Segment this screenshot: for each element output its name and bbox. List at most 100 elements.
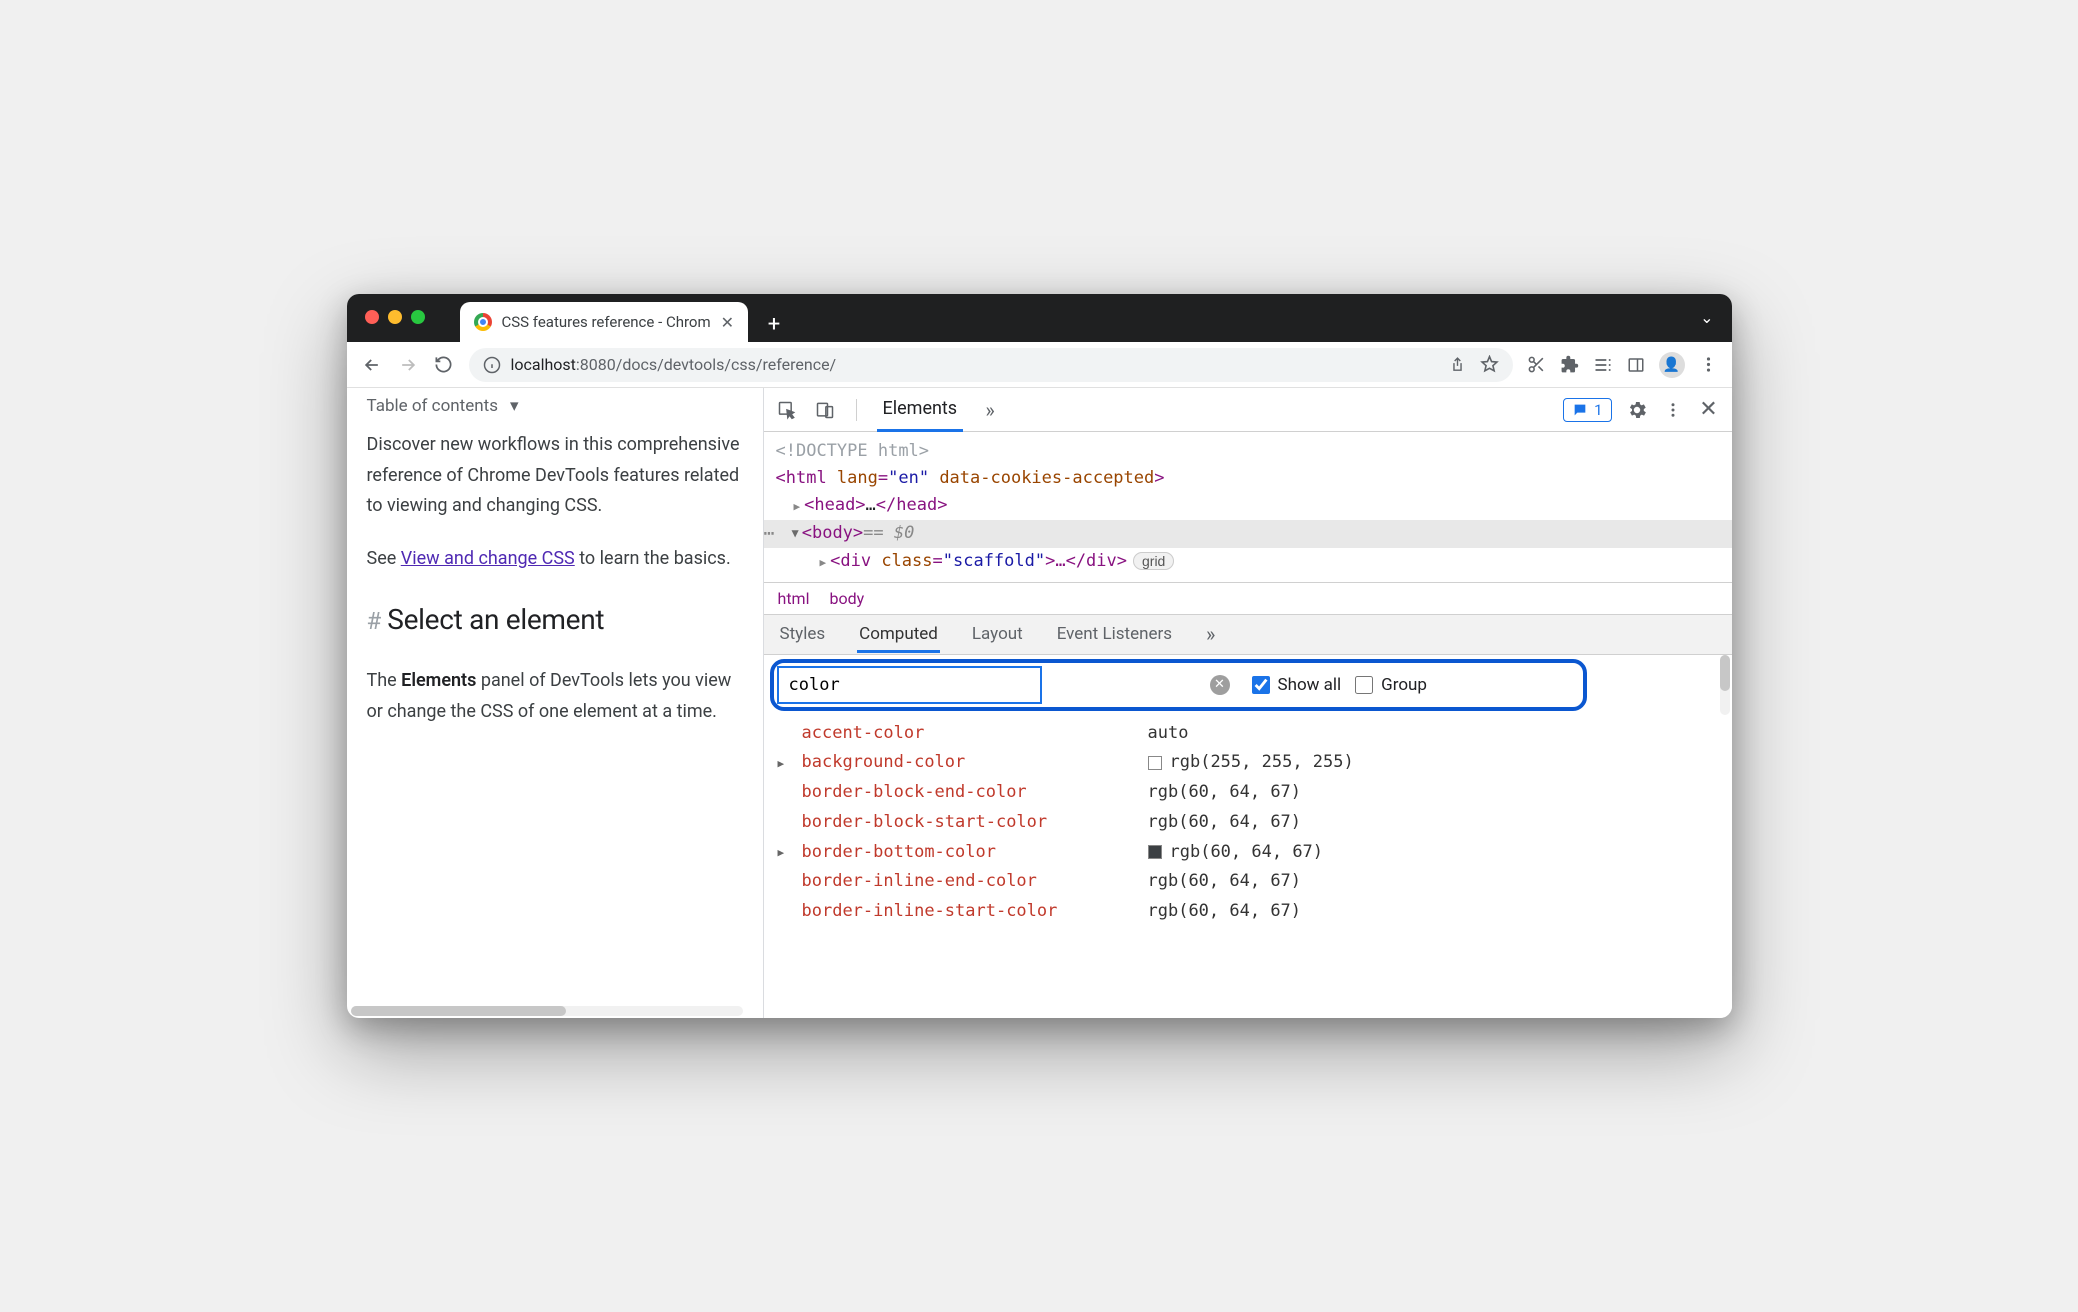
devtools-pane: Elements » 1 ✕ <!DOCTYPE html> <html lan… xyxy=(764,388,1732,1018)
devtools-tabbar: Elements » 1 ✕ xyxy=(764,388,1732,432)
hash-icon: # xyxy=(367,601,382,642)
div-scaffold-line[interactable]: ▶<div class="scaffold">…</div>grid xyxy=(776,548,1720,575)
address-bar: localhost:8080/docs/devtools/css/referen… xyxy=(347,342,1732,388)
url-bar[interactable]: localhost:8080/docs/devtools/css/referen… xyxy=(469,348,1513,382)
property-name: border-bottom-color xyxy=(778,838,1148,868)
share-icon[interactable] xyxy=(1449,356,1466,373)
body-line[interactable]: ⋯ ▼ <body> == $0 xyxy=(764,520,1732,549)
computed-filter-row: ✕ Show all Group xyxy=(764,655,1732,715)
reload-button[interactable] xyxy=(433,354,455,376)
grid-badge[interactable]: grid xyxy=(1133,552,1174,570)
more-subtabs-icon[interactable]: » xyxy=(1204,614,1217,654)
property-value: rgb(60, 64, 67) xyxy=(1148,867,1302,897)
back-button[interactable] xyxy=(361,354,383,376)
toc-toggle[interactable]: Table of contents ▾ xyxy=(367,392,743,430)
section-heading: Select an element xyxy=(387,596,604,644)
tab-title: CSS features reference - Chrom xyxy=(502,313,711,331)
property-name: border-block-end-color xyxy=(778,778,1148,808)
scissors-icon[interactable] xyxy=(1527,355,1546,374)
maximize-window-button[interactable] xyxy=(411,310,425,324)
html-open-line[interactable]: <html lang="en" data-cookies-accepted> xyxy=(776,465,1720,492)
reading-list-icon[interactable] xyxy=(1593,355,1613,375)
devtools-menu-icon[interactable] xyxy=(1662,399,1684,421)
more-tabs-icon[interactable]: » xyxy=(979,399,1001,421)
show-all-checkbox[interactable]: Show all xyxy=(1252,675,1342,695)
expand-triangle-icon[interactable]: ▶ xyxy=(778,843,785,862)
view-change-css-link[interactable]: View and change CSS xyxy=(401,548,575,569)
expand-triangle-icon[interactable]: ▶ xyxy=(778,754,785,773)
filter-input[interactable] xyxy=(778,667,1041,703)
profile-avatar[interactable]: 👤 xyxy=(1659,352,1685,378)
property-name: accent-color xyxy=(778,719,1148,749)
tab-styles[interactable]: Styles xyxy=(778,616,828,652)
group-checkbox[interactable]: Group xyxy=(1355,675,1427,695)
settings-gear-icon[interactable] xyxy=(1626,399,1648,421)
messages-count: 1 xyxy=(1594,401,1602,419)
window-controls xyxy=(365,310,425,324)
page-body: Discover new workflows in this comprehen… xyxy=(367,430,743,727)
property-name: border-inline-end-color xyxy=(778,867,1148,897)
property-name: border-inline-start-color xyxy=(778,897,1148,927)
computed-row[interactable]: accent-colorauto xyxy=(778,719,1718,749)
new-tab-button[interactable]: + xyxy=(756,306,792,342)
color-swatch[interactable] xyxy=(1148,845,1162,859)
property-value: rgb(60, 64, 67) xyxy=(1148,808,1302,838)
tab-layout[interactable]: Layout xyxy=(970,616,1025,652)
computed-properties-list: accent-colorauto▶background-colorrgb(255… xyxy=(764,715,1732,927)
see-paragraph: See View and change CSS to learn the bas… xyxy=(367,544,743,575)
close-window-button[interactable] xyxy=(365,310,379,324)
elements-tab[interactable]: Elements xyxy=(877,388,964,432)
extensions-icon[interactable] xyxy=(1560,355,1579,374)
property-name: border-block-start-color xyxy=(778,808,1148,838)
computed-row[interactable]: border-inline-end-colorrgb(60, 64, 67) xyxy=(778,867,1718,897)
property-value: rgb(255, 255, 255) xyxy=(1148,748,1354,778)
computed-row[interactable]: border-inline-start-colorrgb(60, 64, 67) xyxy=(778,897,1718,927)
dom-breadcrumbs: html body xyxy=(764,582,1732,615)
styles-subtabs: Styles Computed Layout Event Listeners » xyxy=(764,615,1732,655)
message-icon xyxy=(1572,402,1588,418)
intro-paragraph: Discover new workflows in this comprehen… xyxy=(367,430,743,522)
forward-button[interactable] xyxy=(397,354,419,376)
divider xyxy=(856,399,857,421)
url-text: localhost:8080/docs/devtools/css/referen… xyxy=(511,355,837,374)
tabs-menu-button[interactable]: ⌄ xyxy=(1700,308,1713,327)
property-value: rgb(60, 64, 67) xyxy=(1148,778,1302,808)
bookmark-star-icon[interactable] xyxy=(1480,355,1499,374)
browser-toolbar-right: 👤 xyxy=(1527,352,1718,378)
site-info-icon xyxy=(483,356,501,374)
elements-paragraph: The Elements panel of DevTools lets you … xyxy=(367,666,743,727)
tab-computed[interactable]: Computed xyxy=(857,616,940,653)
color-swatch[interactable] xyxy=(1148,756,1162,770)
ellipsis-icon[interactable]: ⋯ xyxy=(764,520,792,549)
computed-row[interactable]: ▶background-colorrgb(255, 255, 255) xyxy=(778,748,1718,778)
dom-tree[interactable]: <!DOCTYPE html> <html lang="en" data-coo… xyxy=(764,432,1732,582)
tab-event-listeners[interactable]: Event Listeners xyxy=(1055,616,1174,652)
crumb-html[interactable]: html xyxy=(778,589,810,608)
property-name: background-color xyxy=(778,748,1148,778)
side-panel-icon[interactable] xyxy=(1627,356,1645,374)
page-pane: Table of contents ▾ Discover new workflo… xyxy=(347,388,764,1018)
computed-scrollbar[interactable] xyxy=(1720,655,1730,715)
head-line[interactable]: ▶<head>…</head> xyxy=(776,492,1720,519)
chevron-down-icon: ▾ xyxy=(510,396,519,416)
device-toolbar-icon[interactable] xyxy=(814,399,836,421)
heading-row: # Select an element xyxy=(367,596,743,644)
inspect-element-icon[interactable] xyxy=(776,399,798,421)
close-devtools-icon[interactable]: ✕ xyxy=(1698,399,1720,421)
computed-row[interactable]: border-block-start-colorrgb(60, 64, 67) xyxy=(778,808,1718,838)
property-value: rgb(60, 64, 67) xyxy=(1148,897,1302,927)
tab-strip: CSS features reference - Chrom ✕ + ⌄ xyxy=(347,294,1732,342)
content-area: Table of contents ▾ Discover new workflo… xyxy=(347,388,1732,1018)
browser-menu-icon[interactable] xyxy=(1699,355,1718,374)
chrome-favicon-icon xyxy=(474,313,492,331)
clear-filter-button[interactable]: ✕ xyxy=(1210,675,1230,695)
tab-close-button[interactable]: ✕ xyxy=(721,313,734,332)
minimize-window-button[interactable] xyxy=(388,310,402,324)
browser-tab[interactable]: CSS features reference - Chrom ✕ xyxy=(460,302,749,342)
doctype-line: <!DOCTYPE html> xyxy=(776,438,1720,465)
messages-badge[interactable]: 1 xyxy=(1563,398,1611,422)
computed-row[interactable]: ▶border-bottom-colorrgb(60, 64, 67) xyxy=(778,838,1718,868)
crumb-body[interactable]: body xyxy=(829,589,864,608)
computed-row[interactable]: border-block-end-colorrgb(60, 64, 67) xyxy=(778,778,1718,808)
page-horizontal-scrollbar[interactable] xyxy=(351,1006,743,1016)
